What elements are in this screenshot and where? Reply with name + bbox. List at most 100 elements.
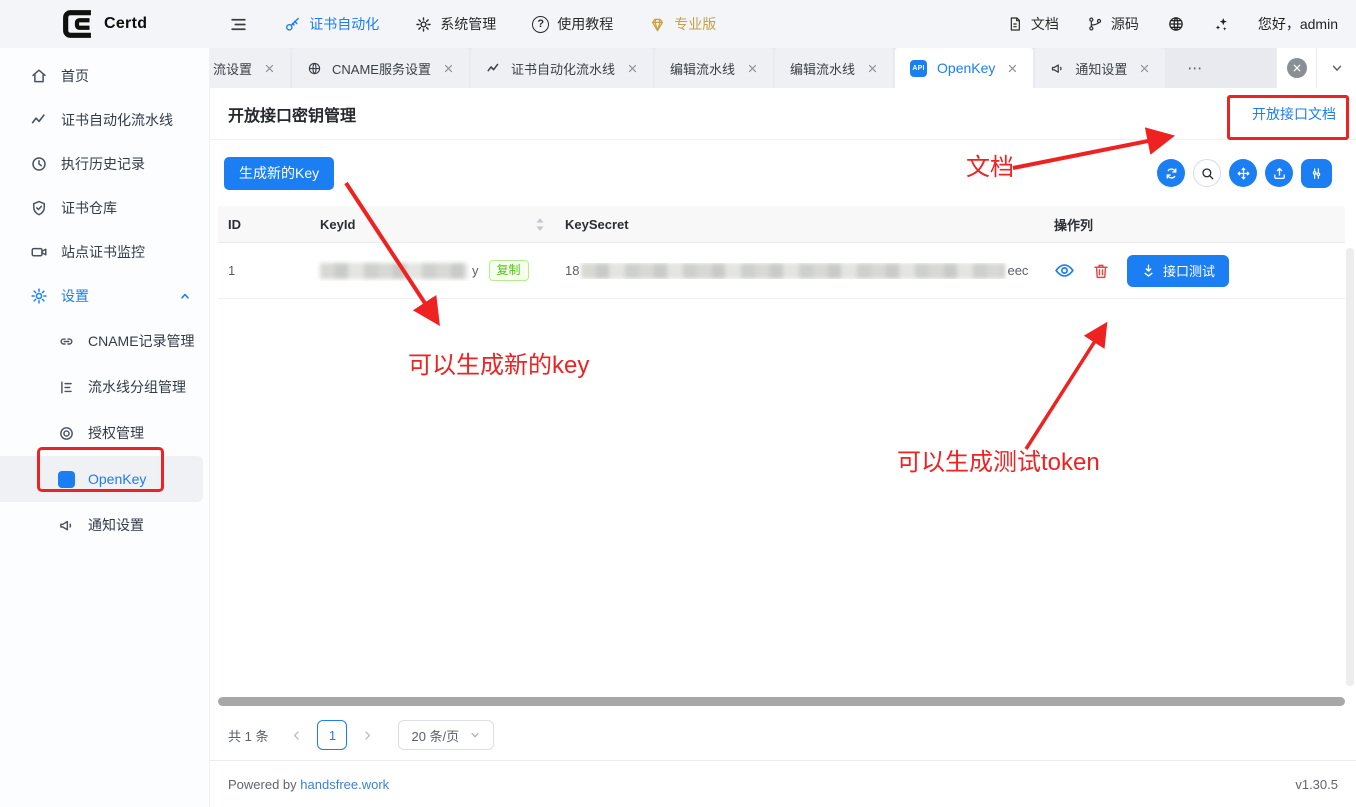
handsfree-link[interactable]: handsfree.work	[300, 777, 389, 792]
nav-pro-edition[interactable]: 专业版	[649, 14, 716, 34]
export-button[interactable]	[1265, 159, 1293, 187]
table-toolbar	[1157, 159, 1332, 188]
shield-check-icon	[30, 199, 48, 217]
sidebar-item-cert-store[interactable]: 证书仓库	[0, 186, 209, 230]
megaphone-icon	[58, 517, 75, 534]
search-icon	[1200, 166, 1215, 181]
language-globe-icon[interactable]	[1167, 15, 1185, 33]
horizontal-scrollbar[interactable]	[218, 697, 1345, 706]
view-eye-icon[interactable]	[1054, 260, 1075, 281]
refresh-icon	[1164, 166, 1179, 181]
tab-edit-pipeline-2[interactable]: 编辑流水线	[775, 48, 893, 88]
data-table: ID KeyId KeySecret 操作列 1 y 复制 18 eec	[210, 206, 1356, 299]
nav-system-manage[interactable]: 系统管理	[415, 14, 496, 34]
tab-edit-pipeline-1[interactable]: 编辑流水线	[655, 48, 773, 88]
link-docs[interactable]: 文档	[1007, 14, 1059, 34]
page-number-button[interactable]: 1	[317, 720, 347, 750]
close-icon[interactable]	[443, 63, 454, 74]
page-header: 开放接口密钥管理 开放接口文档	[210, 88, 1356, 140]
sidebar-item-settings[interactable]: 设置	[0, 274, 209, 318]
trend-line-icon	[486, 61, 501, 76]
gear-icon	[415, 16, 432, 33]
generate-new-key-button[interactable]: 生成新的Key	[224, 157, 334, 190]
compact-mode-button[interactable]	[1229, 159, 1257, 187]
history-clock-icon	[30, 155, 48, 173]
tab-openkey[interactable]: API OpenKey	[895, 48, 1033, 88]
trend-line-icon	[30, 111, 48, 129]
sidebar-item-cname-records[interactable]: CNAME记录管理	[0, 318, 209, 364]
sidebar-item-pipelines[interactable]: 证书自动化流水线	[0, 98, 209, 142]
nav-tutorial[interactable]: ? 使用教程	[532, 14, 613, 34]
close-circle-icon	[1287, 58, 1307, 78]
refresh-button[interactable]	[1157, 159, 1185, 187]
chevron-down-icon	[469, 729, 481, 741]
tab-actions	[1276, 48, 1356, 88]
column-header-id: ID	[218, 217, 310, 232]
sidebar-item-auth-manage[interactable]: 授权管理	[0, 410, 209, 456]
sidebar-item-site-monitor[interactable]: 站点证书监控	[0, 230, 209, 274]
sidebar-collapse-icon[interactable]	[229, 15, 248, 34]
gem-badge-icon	[649, 16, 666, 33]
tab-cert-pipelines[interactable]: 证书自动化流水线	[471, 48, 653, 88]
tab-cname-service[interactable]: CNAME服务设置	[292, 48, 469, 88]
app-title: Certd	[104, 15, 147, 33]
next-page-icon[interactable]	[353, 729, 382, 742]
link-source-code[interactable]: 源码	[1087, 14, 1139, 34]
vertical-scrollbar[interactable]	[1346, 248, 1354, 686]
sidebar-item-notify-settings[interactable]: 通知设置	[0, 502, 209, 548]
column-settings-button[interactable]	[1301, 159, 1332, 188]
prev-page-icon[interactable]	[282, 729, 311, 742]
page-size-select[interactable]: 20 条/页	[398, 720, 494, 750]
open-api-doc-link[interactable]: 开放接口文档	[1252, 104, 1336, 124]
close-icon[interactable]	[747, 63, 758, 74]
close-icon[interactable]	[1007, 63, 1018, 74]
main-content: 开放接口密钥管理 开放接口文档 生成新的Key ID Ke	[210, 88, 1356, 760]
list-group-icon	[58, 379, 75, 396]
tab-notify-settings[interactable]: 通知设置	[1035, 48, 1165, 88]
column-header-keyid[interactable]: KeyId	[310, 217, 555, 232]
column-header-keysecret: KeySecret	[555, 217, 1040, 232]
close-icon[interactable]	[264, 63, 275, 74]
link-chain-icon	[58, 333, 75, 350]
sort-icon[interactable]	[535, 217, 545, 232]
sidebar-item-openkey[interactable]: API OpenKey	[0, 456, 203, 502]
table-header-row: ID KeyId KeySecret 操作列	[218, 206, 1345, 243]
cell-id: 1	[218, 263, 310, 278]
arrows-cross-icon	[1236, 166, 1251, 181]
pagination: 共 1 条 1 20 条/页	[210, 710, 1356, 760]
delete-trash-icon[interactable]	[1092, 262, 1110, 280]
sidebar-item-pipeline-groups[interactable]: 流水线分组管理	[0, 364, 209, 410]
redacted-keysecret	[581, 263, 1005, 279]
search-button[interactable]	[1193, 159, 1221, 187]
tab-bar: 流设置 CNAME服务设置 证书自动化流水线 编辑流水线 编辑流水线 API O…	[210, 48, 1356, 88]
close-icon[interactable]	[1139, 63, 1150, 74]
redacted-keyid	[320, 263, 468, 279]
close-all-tabs-button[interactable]	[1276, 48, 1316, 88]
megaphone-icon	[1050, 61, 1065, 76]
tab-dropdown-button[interactable]	[1316, 48, 1356, 88]
footer: Powered by handsfree.work v1.30.5	[210, 760, 1356, 807]
api-icon: API	[910, 60, 927, 77]
nav-cert-automation[interactable]: 证书自动化	[284, 14, 379, 34]
close-icon[interactable]	[867, 63, 878, 74]
sidebar-item-home[interactable]: 首页	[0, 54, 209, 98]
test-download-icon	[1141, 263, 1156, 278]
copy-tag-button[interactable]: 复制	[489, 260, 529, 281]
api-test-button[interactable]: 接口测试	[1127, 255, 1229, 287]
sidebar-item-history[interactable]: 执行历史记录	[0, 142, 209, 186]
tab-flow-settings[interactable]: 流设置	[210, 48, 290, 88]
app-logo[interactable]: Certd	[60, 7, 147, 41]
column-header-actions: 操作列	[1040, 215, 1345, 234]
api-icon: API	[58, 471, 75, 488]
home-icon	[30, 67, 48, 85]
sidebar: 首页 证书自动化流水线 执行历史记录 证书仓库 站点证书监控 设置 CNAME记…	[0, 48, 210, 807]
cell-keysecret: 18 eec	[555, 263, 1040, 279]
user-greeting[interactable]: 您好，admin	[1258, 14, 1338, 34]
target-icon	[58, 425, 75, 442]
cell-keyid: y 复制	[310, 260, 555, 281]
total-count: 共 1 条	[228, 726, 268, 745]
top-navigation: 证书自动化 系统管理 ? 使用教程 专业版	[284, 14, 716, 34]
tab-more-button[interactable]: ⋯	[1167, 48, 1222, 88]
close-icon[interactable]	[627, 63, 638, 74]
sparkles-icon[interactable]	[1213, 16, 1230, 33]
